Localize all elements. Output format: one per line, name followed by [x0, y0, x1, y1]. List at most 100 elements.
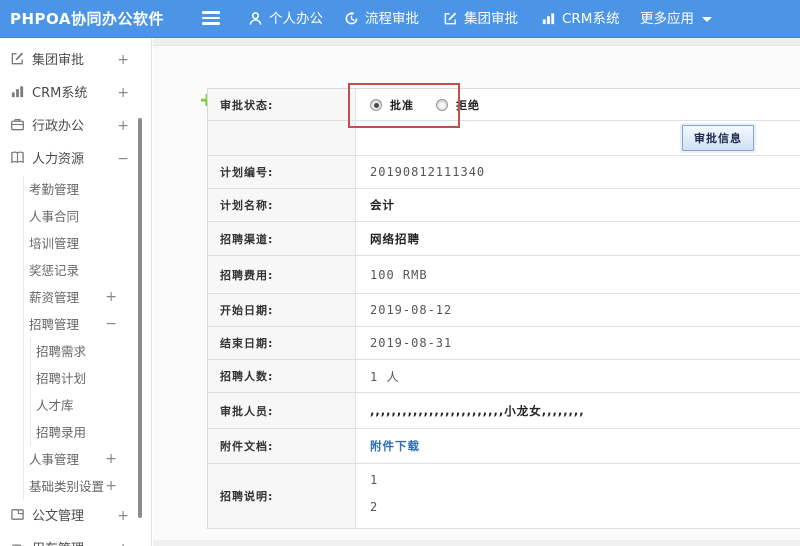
caret-down-icon	[702, 17, 712, 22]
nav-process-approval[interactable]: 流程审批	[344, 0, 419, 38]
sidebar-item-base-category[interactable]: 基础类别设置 +	[24, 473, 151, 500]
sidebar-item-salary[interactable]: 薪资管理 +	[24, 284, 151, 311]
expand-toggle[interactable]: +	[117, 77, 129, 110]
hr-submenu: 考勤管理 人事合同 培训管理 奖惩记录 薪资管理 + 招聘管理 − 招聘需求 招…	[23, 176, 151, 500]
table-row-recruit-cost: 招聘费用: 100 RMB	[208, 256, 800, 294]
row-value: 100 RMB	[356, 256, 800, 293]
expand-toggle[interactable]: −	[105, 311, 117, 338]
recruit-submenu: 招聘需求 招聘计划 人才库 招聘录用	[30, 338, 151, 446]
sidebar-scrollbar[interactable]	[138, 118, 142, 518]
briefcase-icon	[10, 112, 26, 145]
row-label: 计划编号:	[208, 156, 356, 188]
edit-icon	[444, 12, 457, 25]
nav-label: CRM系统	[562, 11, 620, 27]
sidebar-item-attendance[interactable]: 考勤管理	[24, 176, 151, 203]
sidebar-item-label: 人才库	[36, 398, 74, 413]
car-icon	[10, 535, 26, 546]
sidebar-item-rewards[interactable]: 奖惩记录	[24, 257, 151, 284]
sidebar-item-hr[interactable]: 人力资源 −	[0, 143, 151, 176]
row-value: 1 2	[356, 464, 800, 528]
nav-more-apps[interactable]: 更多应用	[640, 0, 712, 38]
expand-toggle[interactable]: −	[117, 143, 129, 176]
nav-label: 更多应用	[640, 11, 694, 27]
sidebar-item-training[interactable]: 培训管理	[24, 230, 151, 257]
sidebar-item-label: 招聘管理	[29, 317, 80, 332]
sidebar-item-group-approval[interactable]: 集团审批 +	[0, 44, 151, 77]
sidebar-item-crm[interactable]: CRM系统 +	[0, 77, 151, 110]
table-row-end-date: 结束日期: 2019-08-31	[208, 327, 800, 360]
sidebar-item-label: 基础类别设置	[29, 479, 105, 494]
sidebar-item-label: 公文管理	[32, 509, 85, 524]
sidebar-item-talent-pool[interactable]: 人才库	[31, 392, 151, 419]
radio-reject-label[interactable]: 拒绝	[456, 97, 480, 113]
nav-group-approval[interactable]: 集团审批	[443, 0, 518, 38]
nav-label: 流程审批	[365, 11, 419, 27]
recruit-plan-form: 审批状态: 批准 拒绝 审批信息 计划编号: 20190812111340 计划…	[207, 88, 800, 529]
content-bottom-strip	[153, 540, 800, 546]
sidebar-item-recruit-hire[interactable]: 招聘录用	[31, 419, 151, 446]
expand-toggle[interactable]: +	[105, 284, 117, 311]
expand-toggle[interactable]: +	[105, 473, 117, 500]
row-label: 附件文档:	[208, 429, 356, 463]
document-icon	[10, 502, 26, 535]
sidebar-item-recruit-plan[interactable]: 招聘计划	[31, 365, 151, 392]
sidebar-item-label: 考勤管理	[29, 182, 80, 197]
row-label-empty	[208, 121, 356, 155]
sidebar-item-hr-contract[interactable]: 人事合同	[24, 203, 151, 230]
sidebar-item-label: 人力资源	[32, 152, 85, 167]
process-icon	[345, 11, 358, 25]
bar-chart-icon	[10, 79, 26, 112]
expand-toggle[interactable]: +	[117, 44, 129, 77]
expand-toggle[interactable]: +	[117, 500, 129, 533]
radio-approve-label[interactable]: 批准	[390, 97, 414, 113]
table-row-recruit-description: 招聘说明: 1 2	[208, 464, 800, 529]
row-value: 2019-08-12	[356, 294, 800, 326]
top-navbar: PHPOA协同办公软件 个人办公 流程审批 集团审批 CRM系统 更多应用	[0, 0, 800, 38]
expand-toggle[interactable]: +	[105, 446, 117, 473]
sidebar-item-label: 行政办公	[32, 119, 85, 134]
row-value: 1 人	[356, 360, 800, 392]
sidebar-item-admin-office[interactable]: 行政办公 +	[0, 110, 151, 143]
sidebar-item-personnel-mgmt[interactable]: 人事管理 +	[24, 446, 151, 473]
row-label: 招聘人数:	[208, 360, 356, 392]
table-row-plan-name: 计划名称: 会计	[208, 189, 800, 222]
approval-radio-group: 批准 拒绝	[370, 97, 494, 113]
table-row-start-date: 开始日期: 2019-08-12	[208, 294, 800, 327]
sidebar-item-recruit-mgmt[interactable]: 招聘管理 −	[24, 311, 151, 338]
row-value: 会计	[356, 189, 800, 221]
row-value: 网络招聘	[356, 222, 800, 255]
table-row-plan-number: 计划编号: 20190812111340	[208, 156, 800, 189]
sidebar-item-vehicle-mgmt[interactable]: 用车管理 +	[0, 533, 151, 546]
table-row-attachment: 附件文档: 附件下载	[208, 429, 800, 464]
nav-personal-office[interactable]: 个人办公	[248, 0, 323, 38]
approval-info-button[interactable]: 审批信息	[682, 125, 754, 151]
description-line: 1	[370, 473, 378, 487]
book-icon	[10, 145, 26, 178]
sidebar-item-label: 培训管理	[29, 236, 80, 251]
sidebar-item-label: 人事合同	[29, 209, 80, 224]
sidebar-item-document-mgmt[interactable]: 公文管理 +	[0, 500, 151, 533]
edit-icon	[10, 46, 26, 79]
radio-approve[interactable]	[370, 98, 382, 111]
sidebar-item-label: 招聘需求	[36, 344, 87, 359]
row-label: 招聘费用:	[208, 256, 356, 293]
row-label: 结束日期:	[208, 327, 356, 359]
radio-reject[interactable]	[436, 98, 448, 111]
table-row-headcount: 招聘人数: 1 人	[208, 360, 800, 393]
sidebar-item-recruit-demand[interactable]: 招聘需求	[31, 338, 151, 365]
hamburger-menu-icon[interactable]	[202, 11, 220, 27]
row-value: 20190812111340	[356, 156, 800, 188]
row-label: 审批状态:	[208, 89, 356, 120]
sidebar-item-label: 招聘计划	[36, 371, 87, 386]
row-value: 2019-08-31	[356, 327, 800, 359]
expand-toggle[interactable]: +	[117, 110, 129, 143]
sidebar-item-label: 薪资管理	[29, 290, 80, 305]
attachment-download-link[interactable]: 附件下载	[370, 438, 420, 454]
nav-crm-system[interactable]: CRM系统	[541, 0, 619, 38]
sidebar-item-label: 人事管理	[29, 452, 80, 467]
table-row-approval-button: 审批信息	[208, 121, 800, 156]
app-logo: PHPOA协同办公软件	[10, 10, 164, 28]
expand-toggle[interactable]: +	[117, 533, 129, 546]
nav-label: 集团审批	[464, 11, 518, 27]
row-label: 招聘说明:	[208, 464, 356, 528]
